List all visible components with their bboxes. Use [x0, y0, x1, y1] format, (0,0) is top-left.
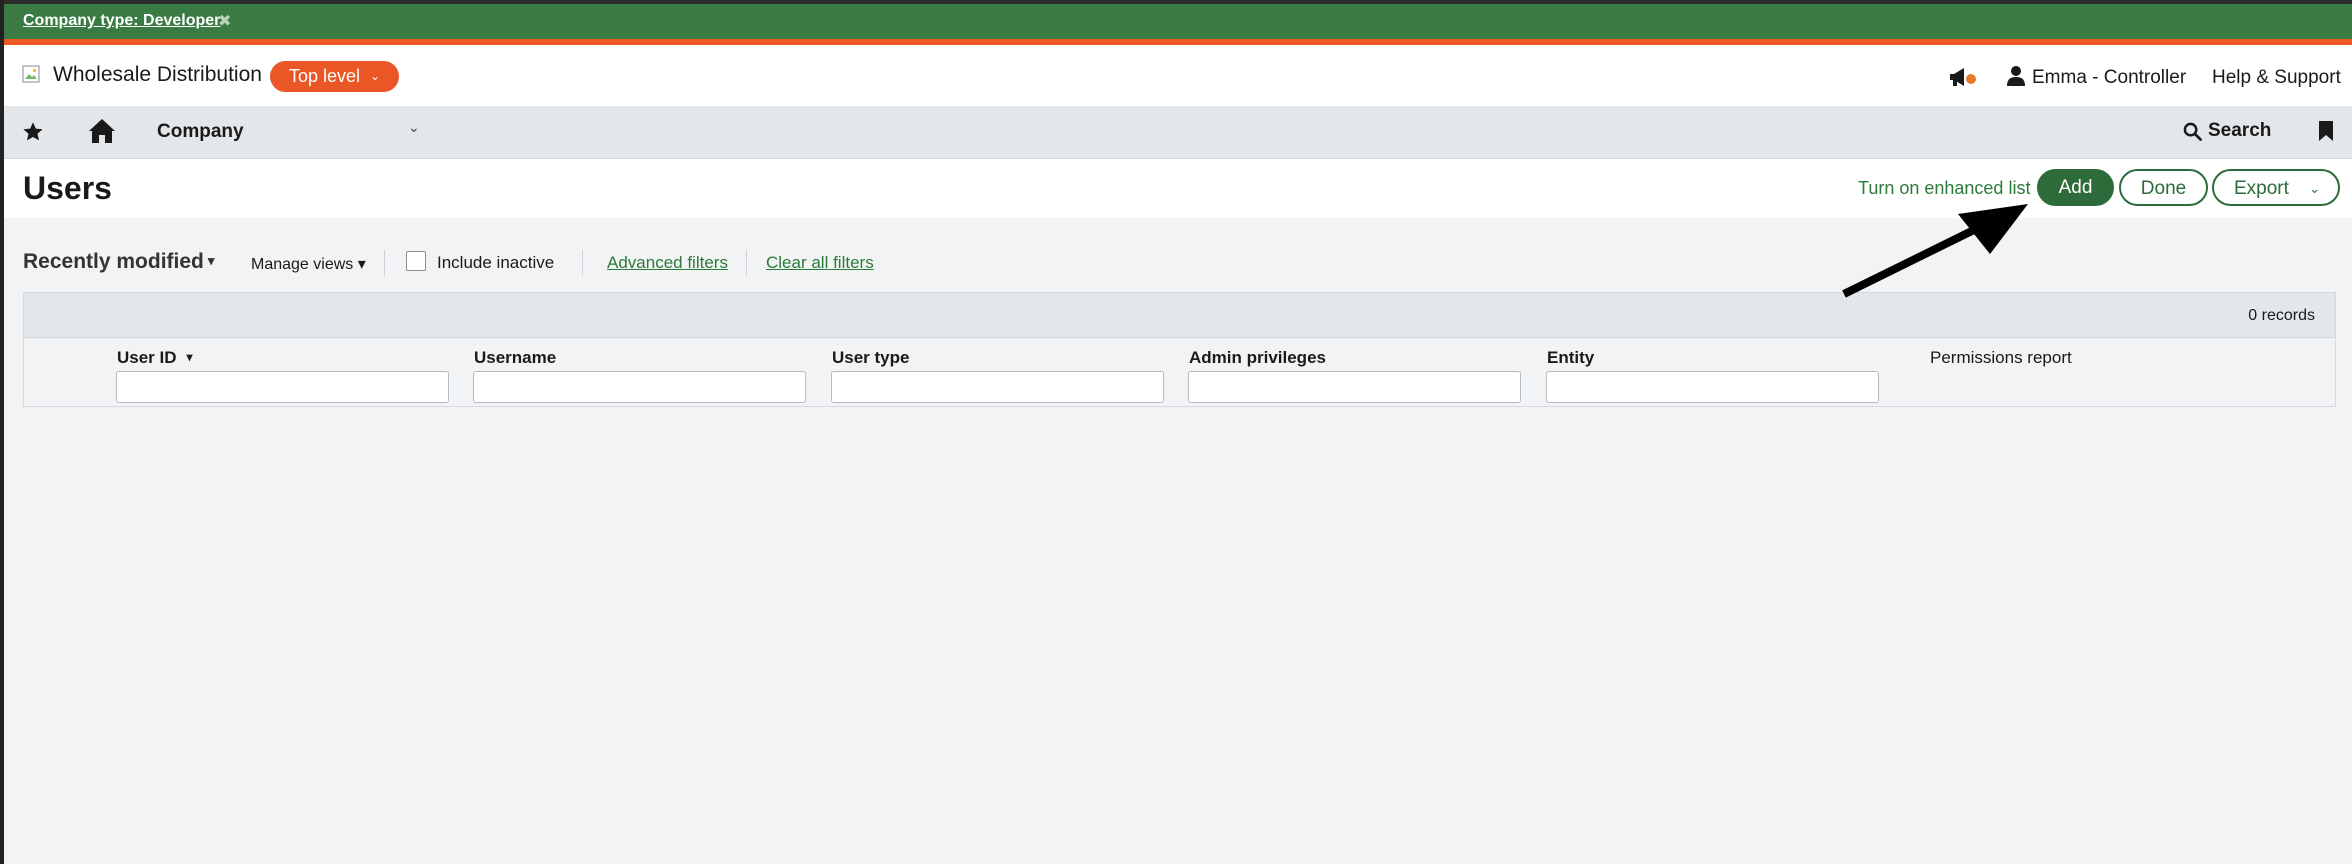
company-menu[interactable]: Company — [157, 121, 244, 143]
nav-bar: Company ⌄ Search — [4, 106, 2352, 159]
users-table: 0 records User ID ▾ Username User type Ad… — [23, 292, 2336, 407]
chevron-down-icon: ⌄ — [2309, 181, 2320, 196]
divider — [384, 250, 385, 276]
entity-filter-input[interactable] — [1546, 371, 1879, 403]
level-selector-button[interactable]: Top level ⌄ — [270, 61, 400, 92]
table-toolbar: 0 records — [24, 293, 2335, 338]
view-name: Recently modified — [23, 250, 204, 273]
level-label: Top level — [289, 66, 361, 86]
turn-on-enhanced-list-link[interactable]: Turn on enhanced list — [1858, 178, 2030, 199]
admin-privileges-filter-input[interactable] — [1188, 371, 1521, 403]
help-support-link[interactable]: Help & Support — [2212, 67, 2341, 89]
search-button[interactable]: Search — [2208, 120, 2271, 142]
chevron-down-icon: ⌄ — [370, 69, 381, 83]
page-title: Users — [23, 170, 112, 206]
column-header-permissions-report: Permissions report — [1930, 348, 2072, 367]
column-label: User ID — [117, 348, 177, 367]
manage-views-menu[interactable]: Manage views ▾ — [251, 254, 366, 274]
user-menu[interactable]: Emma - Controller — [2032, 67, 2186, 89]
page-title-bar: Users Turn on enhanced list Add Done Exp… — [4, 159, 2352, 218]
username-filter-input[interactable] — [473, 371, 806, 403]
megaphone-icon[interactable] — [1948, 65, 1978, 89]
bookmark-icon[interactable] — [2318, 120, 2334, 142]
column-header-user-id[interactable]: User ID ▾ — [117, 348, 193, 368]
divider — [582, 250, 583, 276]
caret-down-icon: ▾ — [207, 253, 215, 268]
column-header-admin-privileges[interactable]: Admin privileges — [1189, 348, 1326, 368]
company-name: Wholesale Distribution — [53, 63, 262, 86]
column-header-username[interactable]: Username — [474, 348, 556, 368]
chevron-down-icon[interactable]: ⌄ — [408, 119, 420, 136]
column-header-entity[interactable]: Entity — [1547, 348, 1594, 368]
view-selector[interactable]: Recently modified ▾ — [23, 250, 214, 274]
sort-caret-icon[interactable]: ▾ — [187, 350, 193, 364]
include-inactive-checkbox[interactable] — [406, 251, 426, 271]
done-button[interactable]: Done — [2119, 169, 2208, 206]
company-type-banner: Company type: Developer ✖ — [4, 4, 2352, 45]
home-icon[interactable] — [88, 118, 116, 144]
close-icon[interactable]: ✖ — [218, 11, 231, 31]
export-button[interactable]: Export ⌄ — [2212, 169, 2340, 206]
broken-image-icon — [22, 65, 40, 83]
user-id-filter-input[interactable] — [116, 371, 449, 403]
include-inactive-label: Include inactive — [437, 253, 555, 272]
add-button[interactable]: Add — [2037, 169, 2114, 206]
app-header: Wholesale Distribution Top level ⌄ Emma -… — [4, 45, 2352, 106]
record-count: 0 records — [2248, 307, 2315, 324]
divider — [746, 250, 747, 276]
user-type-filter-input[interactable] — [831, 371, 1164, 403]
search-icon[interactable] — [2183, 122, 2202, 141]
advanced-filters-link[interactable]: Advanced filters — [607, 253, 728, 273]
star-icon[interactable] — [22, 121, 44, 143]
user-icon — [2007, 66, 2025, 86]
company-type-link[interactable]: Company type: Developer — [23, 12, 220, 30]
export-label: Export — [2234, 178, 2289, 199]
filter-bar: Recently modified ▾ Manage views ▾ Includ… — [4, 240, 2352, 286]
clear-all-filters-link[interactable]: Clear all filters — [766, 253, 874, 273]
column-header-user-type[interactable]: User type — [832, 348, 909, 368]
